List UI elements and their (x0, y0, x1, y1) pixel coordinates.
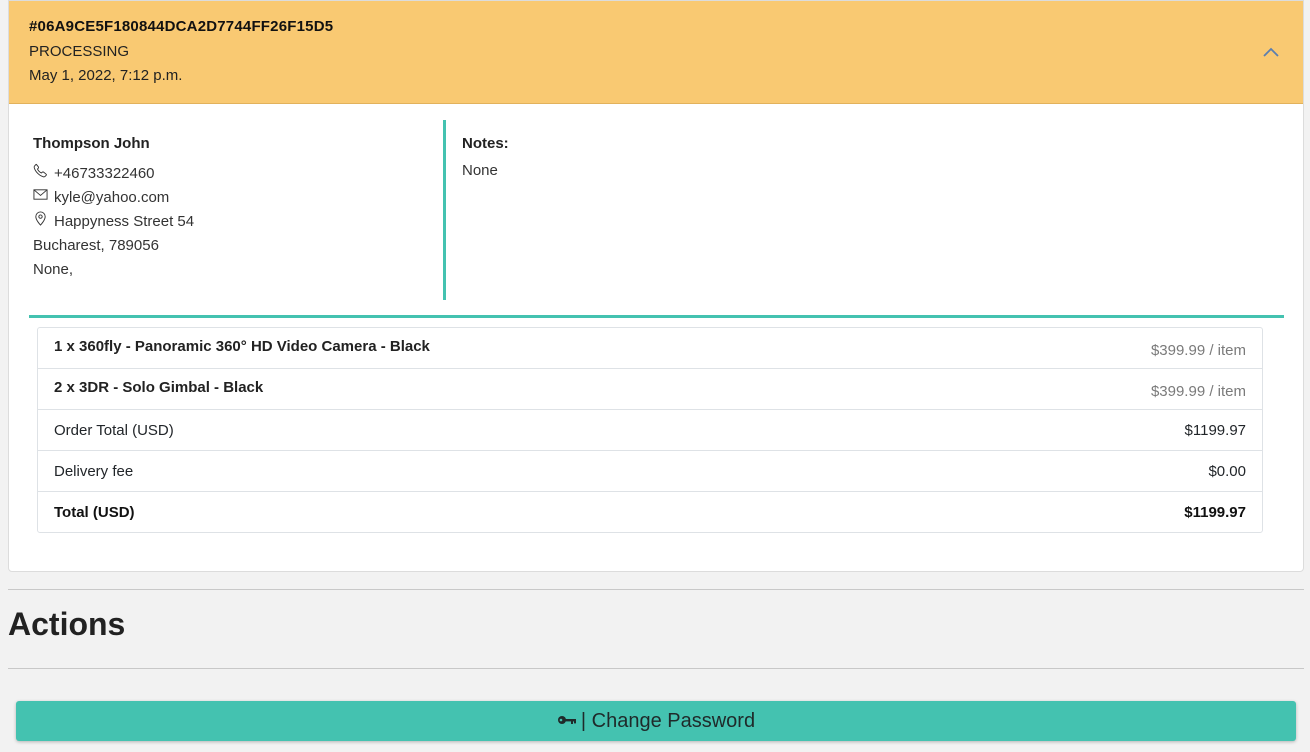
section-divider-top (8, 589, 1304, 590)
notes-label: Notes: (462, 135, 509, 152)
section-divider-bottom (8, 668, 1304, 669)
order-total-label: Order Total (USD) (54, 421, 174, 439)
customer-details: Thompson John +46733322460 kyle@yahoo.co… (33, 135, 433, 282)
key-icon (557, 710, 581, 733)
change-password-button[interactable]: | Change Password (16, 701, 1296, 741)
customer-street: Happyness Street 54 (54, 213, 195, 230)
phone-icon (33, 162, 54, 186)
customer-name: Thompson John (33, 135, 150, 152)
order-id: #06A9CE5F180844DCA2D7744FF26F15D5 (29, 18, 334, 35)
customer-email: kyle@yahoo.com (54, 189, 170, 206)
actions-heading: Actions (8, 606, 126, 642)
envelope-icon (33, 186, 54, 210)
vertical-divider (443, 120, 446, 300)
item-name: 2 x 3DR - Solo Gimbal - Black (54, 378, 264, 396)
table-row: 1 x 360fly - Panoramic 360° HD Video Cam… (38, 328, 1262, 369)
item-price: $399.99 / item (1150, 382, 1246, 400)
order-total-value: $1199.97 (1184, 421, 1246, 439)
total-row: Total (USD) $1199.97 (38, 492, 1262, 532)
table-row: 2 x 3DR - Solo Gimbal - Black $399.99 / … (38, 369, 1262, 410)
item-name: 1 x 360fly - Panoramic 360° HD Video Cam… (54, 337, 430, 355)
order-items-table: 1 x 360fly - Panoramic 360° HD Video Cam… (37, 327, 1263, 533)
customer-country: None, (33, 261, 74, 278)
map-pin-icon (33, 210, 54, 234)
customer-phone: +46733322460 (54, 165, 155, 182)
delivery-fee-row: Delivery fee $0.00 (38, 451, 1262, 492)
item-price: $399.99 / item (1150, 341, 1246, 359)
delivery-fee-value: $0.00 (1208, 462, 1246, 480)
chevron-up-icon[interactable] (1259, 41, 1283, 65)
notes-section: Notes: None (462, 135, 509, 179)
order-card: #06A9CE5F180844DCA2D7744FF26F15D5 PROCES… (8, 0, 1304, 572)
order-header[interactable]: #06A9CE5F180844DCA2D7744FF26F15D5 PROCES… (9, 1, 1303, 104)
order-total-row: Order Total (USD) $1199.97 (38, 410, 1262, 451)
notes-value: None (462, 162, 498, 179)
delivery-fee-label: Delivery fee (54, 462, 134, 480)
change-password-label: | Change Password (580, 709, 756, 732)
total-value: $1199.97 (1184, 503, 1246, 521)
customer-street-line: Happyness Street 54 (33, 210, 433, 234)
customer-phone-line: +46733322460 (33, 162, 433, 186)
total-label: Total (USD) (54, 503, 135, 521)
customer-email-line: kyle@yahoo.com (33, 186, 433, 210)
order-date: May 1, 2022, 7:12 p.m. (29, 67, 183, 84)
customer-city: Bucharest, 789056 (33, 237, 159, 254)
order-status: PROCESSING (29, 43, 130, 60)
horizontal-divider (29, 315, 1284, 318)
